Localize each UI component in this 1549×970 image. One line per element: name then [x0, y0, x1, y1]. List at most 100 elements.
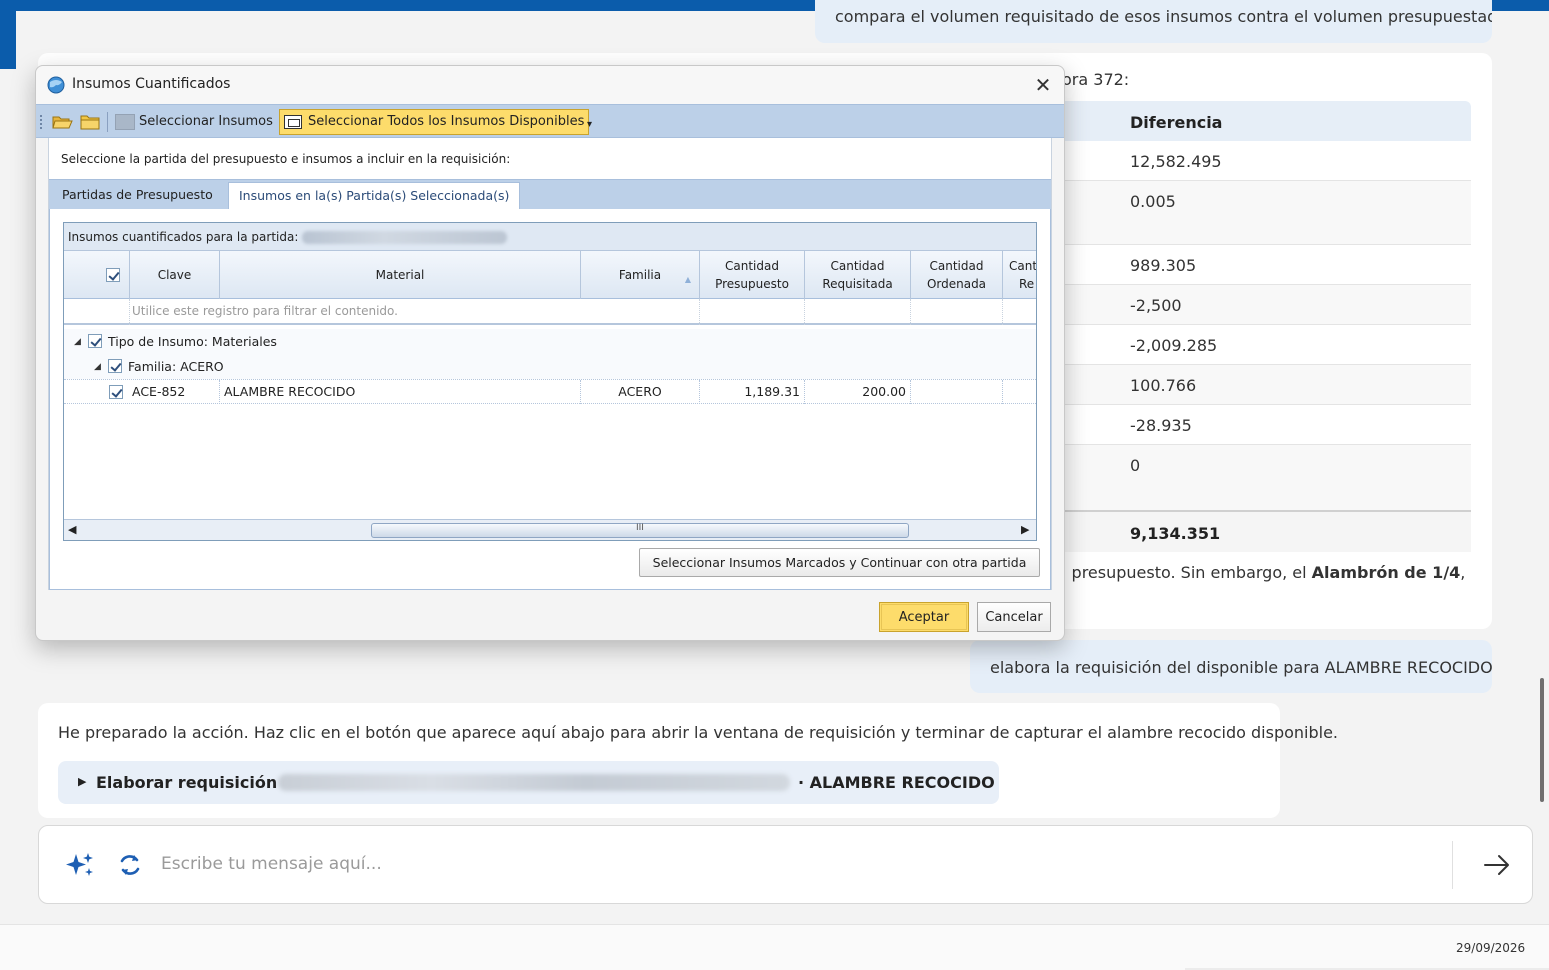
table-cell: -2,500 — [1130, 296, 1182, 315]
table-cell: 0 — [1130, 456, 1141, 475]
header-line-1: Cantidad — [725, 259, 779, 273]
filter-cell[interactable] — [805, 299, 911, 325]
user-message-bubble-2: elabora la requisición del disponible pa… — [970, 640, 1493, 693]
message-input[interactable] — [161, 844, 1441, 884]
page-scrollbar[interactable] — [1540, 678, 1544, 802]
composer-divider — [1452, 841, 1453, 889]
header-line-1: Cant — [1009, 259, 1037, 273]
header-line-2: Ordenada — [926, 277, 987, 291]
filter-hint: Utilice este registro para filtrar el co… — [132, 304, 398, 318]
select-all-icon — [284, 115, 302, 129]
redacted-text — [302, 231, 508, 244]
status-bar: 29/09/2026 — [0, 924, 1549, 970]
table-row: 100.766 — [1052, 365, 1471, 405]
top-right-accent — [1536, 0, 1549, 11]
send-icon[interactable] — [1481, 850, 1513, 880]
filter-cell[interactable] — [700, 299, 805, 325]
dialog-title: Insumos Cuantificados — [72, 76, 231, 92]
dialog-toolbar: Seleccionar Insumos Seleccionar Todos lo… — [36, 104, 1064, 138]
column-header-clave[interactable]: Clave — [130, 251, 220, 299]
assistant-paragraph: l presupuesto. Sin embargo, el Alambrón … — [1062, 563, 1465, 582]
left-sidebar-accent — [0, 11, 16, 69]
paragraph-bold-text: Alambrón de 1/4 — [1311, 563, 1461, 582]
open-folder-icon[interactable] — [51, 112, 73, 132]
collapse-triangle-icon[interactable]: ◢ — [94, 362, 101, 372]
table-total-value: 9,134.351 — [1130, 524, 1221, 543]
toolbar-separator — [107, 112, 108, 132]
collapse-triangle-icon[interactable]: ◢ — [74, 337, 81, 347]
dialog-content: Seleccione la partida del presupuesto e … — [48, 138, 1052, 590]
column-header-cantidad-presupuesto[interactable]: Cantidad Presupuesto — [700, 251, 805, 299]
tab-partidas-presupuesto[interactable]: Partidas de Presupuesto — [52, 182, 223, 210]
checkbox-checked-icon[interactable] — [109, 385, 123, 399]
cell-cantidad-presupuesto: 1,189.31 — [700, 380, 805, 404]
user-message-text: elabora la requisición del disponible pa… — [990, 658, 1493, 677]
header-line-1: Cantidad — [830, 259, 885, 273]
message-composer — [38, 825, 1533, 904]
table-header: Diferencia — [1052, 101, 1471, 141]
elaborar-requisicion-button[interactable]: ▶ Elaborar requisición · · ALAMBRE RECOC… — [58, 761, 999, 804]
table-row: 12,582.495 — [1052, 141, 1471, 181]
table-row[interactable]: ACE-852 ALAMBRE RECOCIDO ACERO 1,189.31 … — [64, 379, 1036, 404]
expand-triangle-icon: ▶ — [78, 775, 87, 788]
action-label: Elaborar requisición · — [96, 773, 289, 792]
table-row: -2,009.285 — [1052, 325, 1471, 365]
toolbar-overflow-icon[interactable]: ▾ — [587, 119, 592, 130]
paragraph-text-end: , — [1460, 563, 1466, 582]
continue-with-other-partida-button[interactable]: Seleccionar Insumos Marcados y Continuar… — [639, 548, 1040, 577]
group-row-tipo-insumo[interactable]: ◢ Tipo de Insumo: Materiales — [64, 329, 1036, 354]
status-date: 29/09/2026 — [1456, 941, 1526, 955]
select-all-checkbox-cell[interactable] — [64, 251, 130, 299]
insumos-grid: Insumos cuantificados para la partida: C… — [63, 222, 1037, 541]
group-label: Familia: ACERO — [128, 359, 224, 374]
column-header-diferencia: Diferencia — [1130, 113, 1223, 132]
scrollbar-thumb[interactable]: III — [371, 523, 909, 538]
select-items-icon — [115, 114, 135, 130]
column-header-cantidad-ordenada[interactable]: Cantidad Ordenada — [911, 251, 1003, 299]
refresh-icon[interactable] — [115, 850, 145, 880]
scroll-right-icon[interactable]: ▶ — [1021, 523, 1029, 536]
button-label: Seleccionar Todos los Insumos Disponible… — [308, 114, 585, 129]
filter-cell[interactable] — [64, 299, 130, 325]
cancelar-button[interactable]: Cancelar — [977, 602, 1051, 632]
toolbar-grip[interactable] — [40, 115, 43, 129]
horizontal-scrollbar[interactable]: ◀ III ▶ — [64, 519, 1036, 540]
button-label: Seleccionar Insumos — [139, 114, 273, 129]
scroll-left-icon[interactable]: ◀ — [68, 523, 76, 536]
seleccionar-insumos-button[interactable]: Seleccionar Insumos — [113, 110, 277, 134]
table-cell: -28.935 — [1130, 416, 1192, 435]
paragraph-text: l presupuesto. Sin embargo, el — [1062, 563, 1312, 582]
sparkle-icon[interactable] — [63, 848, 97, 882]
tab-insumos-seleccionados[interactable]: Insumos en la(s) Partida(s) Seleccionada… — [228, 182, 521, 210]
redacted-text — [278, 774, 790, 791]
cell-clave: ACE-852 — [128, 380, 220, 404]
dialog-instruction: Seleccione la partida del presupuesto e … — [61, 152, 511, 166]
tab-panel: Insumos cuantificados para la partida: C… — [49, 209, 1051, 590]
table-row: 0 — [1052, 445, 1471, 510]
checkbox-checked-icon[interactable] — [88, 334, 102, 348]
header-line-2: Presupuesto — [715, 277, 789, 291]
aceptar-button[interactable]: Aceptar — [879, 602, 969, 632]
filter-cell[interactable] — [581, 299, 700, 325]
folder-icon[interactable] — [79, 112, 101, 132]
table-cell: 12,582.495 — [1130, 152, 1222, 171]
column-header-material[interactable]: Material — [220, 251, 581, 299]
checkbox-checked-icon[interactable] — [105, 268, 120, 282]
scrollbar-grip: III — [636, 523, 644, 533]
table-row: 0.005 — [1052, 181, 1471, 245]
header-line-1: Cantidad — [929, 259, 984, 273]
column-header-cantidad-requisitada[interactable]: Cantidad Requisitada — [805, 251, 911, 299]
assistant-intro-fragment: ora 372: — [1062, 70, 1130, 89]
checkbox-checked-icon[interactable] — [108, 359, 122, 373]
column-header-cantidad-re[interactable]: Cant Re — [1003, 251, 1037, 299]
user-message-text: compara el volumen requisitado de esos i… — [835, 7, 1492, 26]
group-row-familia[interactable]: ◢ Familia: ACERO — [64, 354, 1036, 379]
grid-filter-row[interactable]: Utilice este registro para filtrar el co… — [64, 299, 1036, 325]
grid-header: Clave Material Familia ▲ Cantidad Presup… — [64, 251, 1036, 299]
dialog-titlebar: Insumos Cuantificados ✕ — [36, 66, 1064, 104]
column-header-familia[interactable]: Familia ▲ — [581, 251, 700, 299]
seleccionar-todos-button[interactable]: Seleccionar Todos los Insumos Disponible… — [279, 109, 590, 135]
filter-cell[interactable] — [911, 299, 1003, 325]
table-cell: 0.005 — [1130, 192, 1176, 211]
close-icon[interactable]: ✕ — [1030, 74, 1056, 98]
